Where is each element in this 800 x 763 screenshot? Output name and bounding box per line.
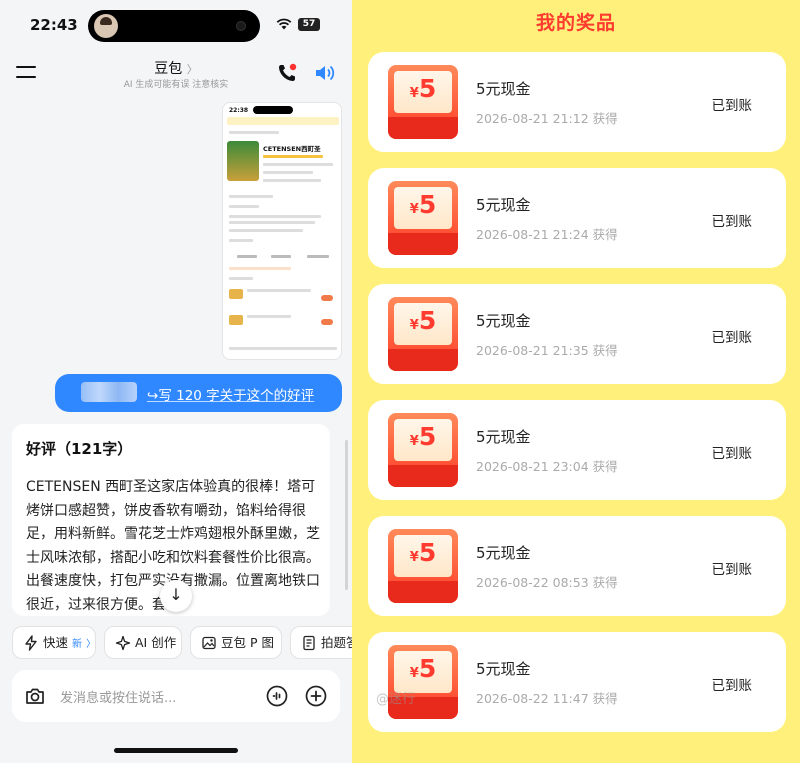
plus-icon[interactable] xyxy=(305,685,327,707)
coupon-value: ¥5 xyxy=(409,538,437,567)
voice-icon[interactable] xyxy=(266,685,288,707)
doubao-chat-screen: 22:43 57 豆包 〉 AI 生成可能有误 注意核实 22:38 CETEN… xyxy=(0,0,352,763)
cash-coupon-icon: ¥5 xyxy=(388,529,458,603)
prize-name: 5元现金 xyxy=(476,428,531,446)
attached-screenshot[interactable]: 22:38 CETENSEN西町圣 xyxy=(222,102,342,360)
prize-card[interactable]: ¥5 5元现金 2026-08-21 21:24 获得 已到账 xyxy=(368,168,786,268)
avatar xyxy=(94,14,118,38)
coupon-value: ¥5 xyxy=(409,422,437,451)
cash-coupon-icon: ¥5 xyxy=(388,297,458,371)
prize-status: 已到账 xyxy=(711,562,753,578)
speaker-icon[interactable] xyxy=(314,63,336,83)
quick-chips: 快速新〉 AI 创作 豆包 P 图 拍题答 xyxy=(12,626,352,660)
dynamic-island xyxy=(88,10,260,42)
prize-name: 5元现金 xyxy=(476,660,531,678)
chat-title[interactable]: 豆包 〉 xyxy=(0,58,352,78)
prize-card[interactable]: ¥5 5元现金 2026-08-22 08:53 获得 已到账 xyxy=(368,516,786,616)
user-message-bubble[interactable]: ↪写 120 字关于这个的好评 xyxy=(55,374,342,412)
cash-coupon-icon: ¥5 xyxy=(388,645,458,719)
prize-card[interactable]: ¥5 5元现金 2026-08-21 23:04 获得 已到账 xyxy=(368,400,786,500)
prize-status: 已到账 xyxy=(711,446,753,462)
status-time: 22:43 xyxy=(30,16,78,34)
prize-status: 已到账 xyxy=(711,214,753,230)
scrollbar[interactable] xyxy=(345,440,348,590)
prize-status: 已到账 xyxy=(711,678,753,694)
chip-quick[interactable]: 快速新〉 xyxy=(12,626,96,659)
cash-coupon-icon: ¥5 xyxy=(388,65,458,139)
coupon-value: ¥5 xyxy=(409,306,437,335)
ai-reply-title: 好评（121字） xyxy=(26,440,133,458)
cash-coupon-icon: ¥5 xyxy=(388,181,458,255)
message-input-bar: 发消息或按住说话... xyxy=(12,670,340,722)
page-title: 我的奖品 xyxy=(535,12,616,34)
chevron-right-icon: 〉 xyxy=(186,63,198,76)
chip-photo-edit[interactable]: 豆包 P 图 xyxy=(190,626,282,659)
prize-name: 5元现金 xyxy=(476,544,531,562)
thumb-island xyxy=(253,106,293,114)
chevron-right-icon: 〉 xyxy=(86,639,97,650)
prize-time: 2026-08-21 21:24 获得 xyxy=(476,227,618,242)
thumb-banner xyxy=(227,117,339,125)
chip-photo-answer[interactable]: 拍题答 xyxy=(290,626,352,659)
sparkle-icon xyxy=(115,635,131,651)
my-prizes-screen: 我的奖品 ¥5 5元现金 2026-08-21 21:12 获得 已到账 ¥5 5元现金 2… xyxy=(352,0,800,763)
thumb-time: 22:38 xyxy=(229,107,249,114)
home-indicator[interactable] xyxy=(114,748,238,753)
prize-card[interactable]: ¥5 5元现金 2026-08-21 21:35 获得 已到账 xyxy=(368,284,786,384)
coupon-value: ¥5 xyxy=(409,654,437,683)
lightning-icon xyxy=(25,635,37,651)
prize-name: 5元现金 xyxy=(476,80,531,98)
chip-ai-create[interactable]: AI 创作 xyxy=(104,626,182,659)
prize-status: 已到账 xyxy=(711,330,753,346)
watermark: @迷行 xyxy=(376,692,416,707)
message-input[interactable]: 发消息或按住说话... xyxy=(60,687,176,706)
battery-indicator: 57 xyxy=(298,18,320,31)
status-bar: 22:43 57 xyxy=(0,0,352,50)
camera-dot-icon xyxy=(236,21,246,31)
prize-card[interactable]: ¥5 5元现金 2026-08-21 21:12 获得 已到账 xyxy=(368,52,786,152)
camera-icon[interactable] xyxy=(24,685,46,707)
arrow-down-icon: ↓ xyxy=(169,585,183,604)
image-edit-icon xyxy=(202,636,216,650)
prize-name: 5元现金 xyxy=(476,312,531,330)
coupon-value: ¥5 xyxy=(409,74,437,103)
prize-time: 2026-08-21 21:35 获得 xyxy=(476,343,618,358)
coupon-value: ¥5 xyxy=(409,190,437,219)
redacted-text xyxy=(81,382,137,402)
thumb-shop-image xyxy=(227,141,259,181)
prize-time: 2026-08-22 08:53 获得 xyxy=(476,575,618,590)
chat-disclaimer: AI 生成可能有误 注意核实 xyxy=(123,80,229,90)
prize-time: 2026-08-21 23:04 获得 xyxy=(476,459,618,474)
prize-status: 已到账 xyxy=(711,98,753,114)
phone-call-icon[interactable] xyxy=(276,62,298,84)
new-badge: 新 xyxy=(72,639,83,650)
document-scan-icon xyxy=(303,635,315,651)
prize-name: 5元现金 xyxy=(476,196,531,214)
scroll-down-button[interactable]: ↓ xyxy=(160,580,192,612)
thumb-shop-name: CETENSEN西町圣 xyxy=(263,145,321,153)
cash-coupon-icon: ¥5 xyxy=(388,413,458,487)
chat-header: 豆包 〉 AI 生成可能有误 注意核实 xyxy=(0,52,352,96)
user-message-text: ↪写 120 字关于这个的好评 xyxy=(147,388,315,404)
prize-time: 2026-08-21 21:12 获得 xyxy=(476,111,618,126)
wifi-icon xyxy=(276,18,292,30)
prize-time: 2026-08-22 11:47 获得 xyxy=(476,691,618,706)
prize-card[interactable]: ¥5 5元现金 2026-08-22 11:47 获得 已到账 xyxy=(368,632,786,732)
